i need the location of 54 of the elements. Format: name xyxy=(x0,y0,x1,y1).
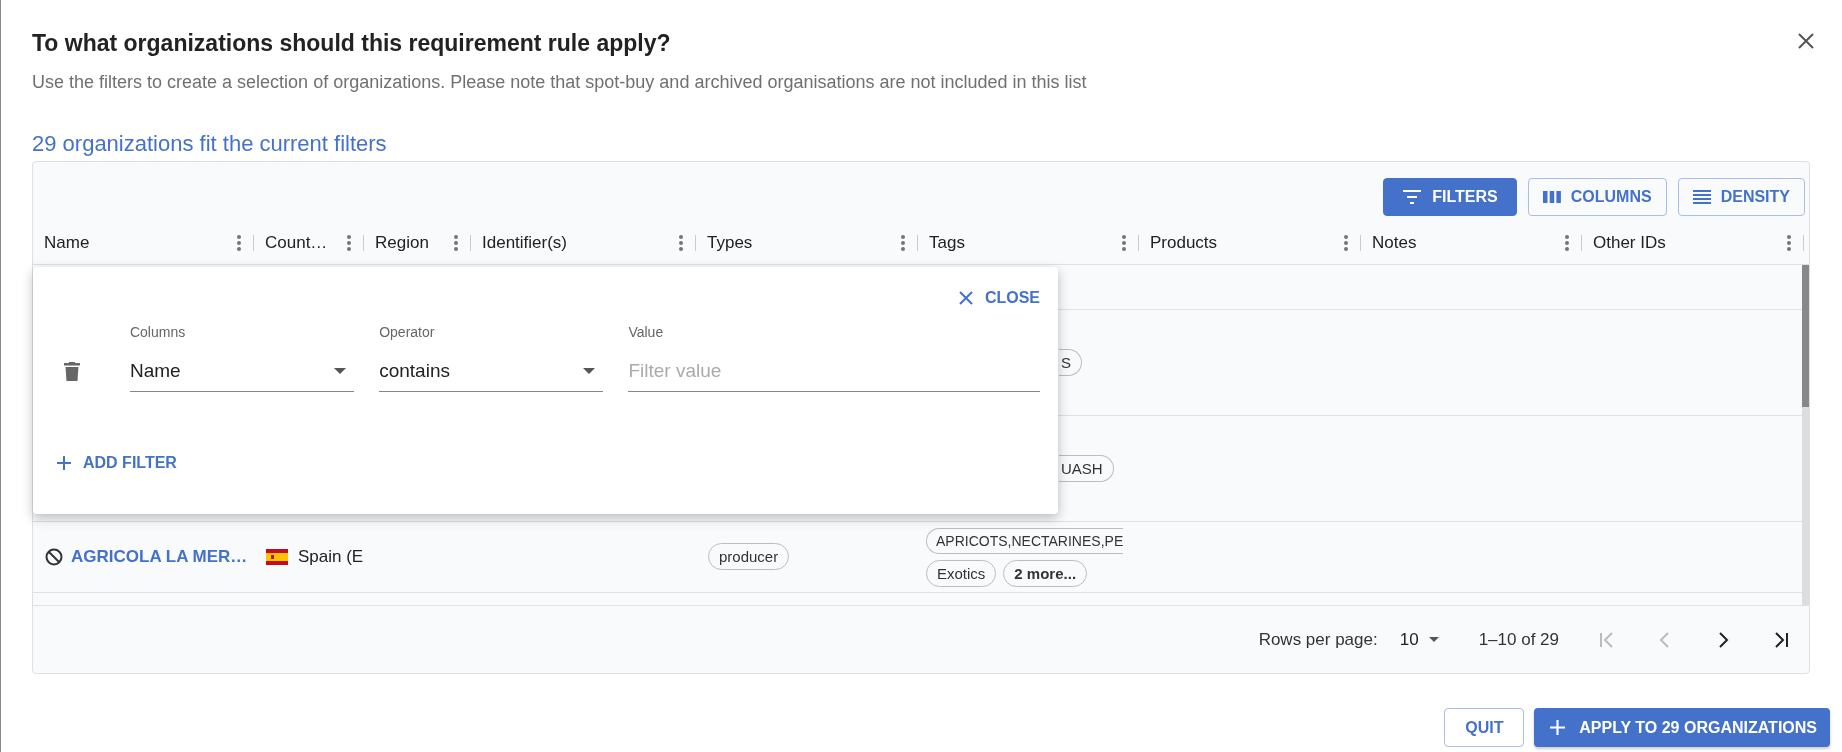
column-header[interactable]: Types xyxy=(707,232,901,253)
field-label: Columns xyxy=(129,324,187,340)
scrollbar[interactable] xyxy=(1802,264,1809,606)
filter-icon xyxy=(1402,189,1423,205)
organization-link[interactable]: AGRICOLA LA MER… xyxy=(71,546,248,567)
operator-select[interactable]: contains xyxy=(379,360,604,392)
add-filter-button[interactable]: ADD FILTER xyxy=(57,454,177,472)
caret-icon xyxy=(334,368,347,374)
result-count: 29 organizations fit the current filters xyxy=(32,131,388,157)
column-header[interactable]: Products xyxy=(1150,232,1344,253)
apply-button[interactable]: APPLY TO 29 ORGANIZATIONS xyxy=(1534,708,1830,747)
column-header[interactable]: Name xyxy=(44,232,237,253)
dialog-title: To what organizations should this requirement rule apply? xyxy=(32,30,671,57)
trash-icon[interactable] xyxy=(64,362,80,381)
column-header[interactable]: Other IDs xyxy=(1593,232,1787,253)
column-menu-icon[interactable] xyxy=(679,234,683,251)
column-menu-icon[interactable] xyxy=(1787,234,1791,251)
toolbar-button[interactable]: FILTERS xyxy=(1383,178,1517,216)
close-filter-button[interactable]: CLOSE xyxy=(958,289,1040,307)
field-label: Value xyxy=(628,324,665,340)
column-header[interactable]: Notes xyxy=(1372,232,1565,253)
column-menu-icon[interactable] xyxy=(1122,234,1126,251)
toolbar-button[interactable]: DENSITY xyxy=(1677,178,1805,216)
plus-icon xyxy=(1550,720,1566,735)
column-menu-icon[interactable] xyxy=(454,234,458,251)
density-icon xyxy=(1692,190,1711,204)
toolbar-button[interactable]: COLUMNS xyxy=(1527,178,1667,216)
column-menu-icon[interactable] xyxy=(901,234,905,251)
caret-icon xyxy=(583,368,596,374)
rows-per-page-label: Rows per page: xyxy=(1258,629,1378,650)
column-header[interactable]: Tags xyxy=(929,232,1122,253)
column-header[interactable]: Count… xyxy=(265,232,347,253)
page-range: 1–10 of 29 xyxy=(1478,629,1559,650)
rows-per-page-select[interactable]: 10 xyxy=(1399,629,1439,650)
column-menu-icon[interactable] xyxy=(1565,234,1569,251)
column-header[interactable]: Region xyxy=(375,232,454,253)
close-icon xyxy=(958,291,973,305)
caret-icon xyxy=(1428,637,1439,643)
filter-value-field[interactable]: Filter value xyxy=(628,360,1040,392)
country-text: Spain (E xyxy=(298,546,364,567)
dialog-subtitle: Use the filters to create a selection of organizations. Please note that spot-buy and archived organisations are not included in this list xyxy=(32,72,1088,93)
column-menu-icon[interactable] xyxy=(347,234,351,251)
plus-icon xyxy=(57,456,71,470)
field-label: Operator xyxy=(379,324,436,340)
quit-button[interactable]: QUIT xyxy=(1444,708,1525,747)
close-icon[interactable] xyxy=(1796,30,1816,51)
column-menu-icon[interactable] xyxy=(1344,234,1348,251)
flag-icon xyxy=(266,548,288,565)
column-select[interactable]: Name xyxy=(129,360,355,392)
columns-icon xyxy=(1542,190,1561,204)
column-header[interactable]: Identifier(s) xyxy=(482,232,679,253)
blocked-icon xyxy=(45,547,63,566)
last-page-icon[interactable] xyxy=(1773,630,1789,649)
column-menu-icon[interactable] xyxy=(237,234,241,251)
